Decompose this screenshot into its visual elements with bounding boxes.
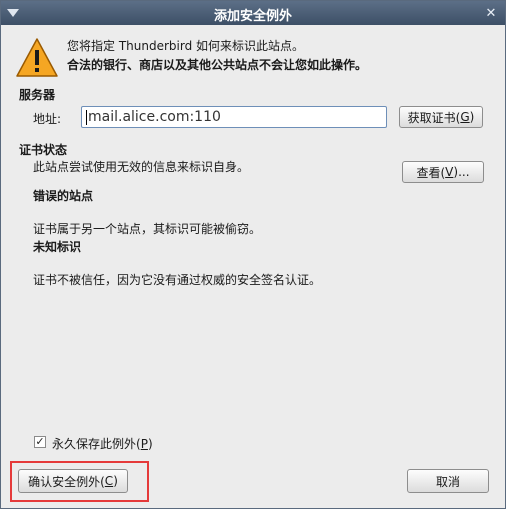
confirm-exception-button[interactable]: 确认安全例外(C) (18, 469, 128, 493)
address-label: 地址: (33, 112, 62, 126)
cert-status-description: 此站点尝试使用无效的信息来标识自身。 (33, 160, 250, 174)
window-title: 添加安全例外 (213, 9, 292, 24)
confirm-close: ) (113, 474, 118, 488)
address-value: mail.alice.com:110 (88, 109, 221, 125)
add-security-exception-dialog: 添加安全例外 ✕ 您将指定 Thunderbird 如何来标识此站点。 合法的银… (0, 0, 506, 509)
get-certificate-label: 获取证书( (407, 110, 461, 125)
confirm-label: 确认安全例外( (28, 474, 105, 489)
unknown-identity-text: 证书不被信任，因为它没有通过权威的安全签名认证。 (33, 273, 322, 287)
view-accel: V (445, 165, 454, 179)
text-caret (86, 109, 87, 125)
permanent-label-accel: P (140, 437, 148, 451)
cancel-button[interactable]: 取消 (407, 469, 489, 493)
confirm-accel: C (104, 474, 114, 488)
view-certificate-button[interactable]: 查看(V)... (402, 161, 484, 183)
warning-icon (16, 38, 58, 77)
permanent-label[interactable]: 永久保存此例外(P) (52, 435, 153, 452)
view-label: 查看( (416, 165, 446, 180)
cert-status-heading: 证书状态 (19, 143, 68, 157)
warning-line-1: 您将指定 Thunderbird 如何来标识此站点。 (67, 39, 305, 53)
get-certificate-close: ) (469, 110, 475, 124)
get-certificate-accel: G (460, 110, 470, 124)
wrong-site-text: 证书属于另一个站点，其标识可能被偷窃。 (33, 222, 262, 236)
permanent-label-text: 永久保存此例外( (52, 437, 141, 451)
permanent-checkbox[interactable]: ✓ (34, 436, 46, 448)
permanent-label-close: ) (147, 437, 153, 451)
wrong-site-heading: 错误的站点 (33, 189, 94, 203)
warning-line-2: 合法的银行、商店以及其他公共站点不会让您如此操作。 (67, 58, 368, 72)
view-close: )... (453, 165, 470, 179)
get-certificate-button[interactable]: 获取证书(G) (399, 106, 483, 128)
close-icon[interactable]: ✕ (483, 5, 499, 21)
address-input[interactable]: mail.alice.com:110 (81, 106, 387, 128)
title-bar: 添加安全例外 ✕ (1, 1, 505, 25)
unknown-identity-heading: 未知标识 (33, 240, 82, 254)
server-heading: 服务器 (19, 88, 56, 102)
